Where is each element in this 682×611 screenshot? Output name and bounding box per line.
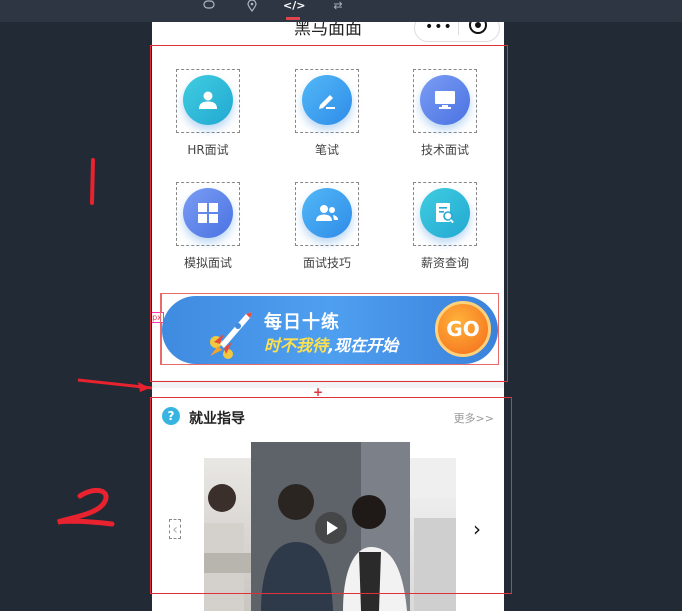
hand-drawn-annotations — [57, 158, 153, 527]
handwritten-number-two — [57, 487, 115, 527]
handwritten-number-one — [90, 158, 95, 205]
